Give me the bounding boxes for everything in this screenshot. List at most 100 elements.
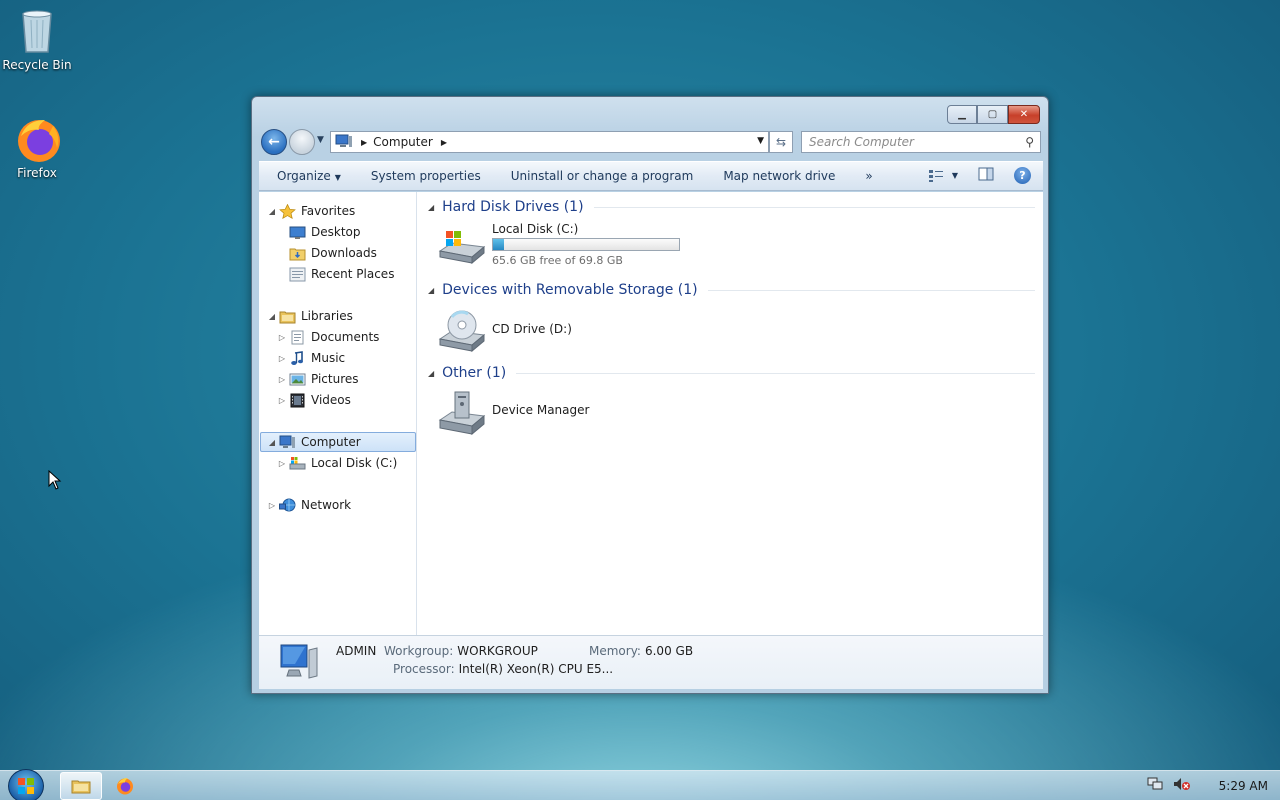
more-commands-button[interactable]: » [850, 169, 887, 183]
item-name: Device Manager [492, 403, 590, 417]
nav-label: Local Disk (C:) [311, 456, 398, 470]
disk-usage-bar [492, 238, 680, 251]
memory-info: Memory: 6.00 GB [589, 644, 693, 658]
explorer-window: ▁ ▢ ✕ ← ▼ ▶ Computer ▶ ▼ ⇆ Search Comput… [251, 96, 1049, 694]
network-tray-icon[interactable] [1147, 777, 1163, 794]
maximize-button[interactable]: ▢ [977, 105, 1008, 124]
computer-large-icon [277, 642, 321, 682]
collapse-group-icon[interactable]: ◢ [428, 286, 434, 295]
expand-arrow-icon[interactable]: ◢ [267, 438, 277, 447]
group-header-other[interactable]: ◢ Other (1) [428, 363, 1035, 383]
forward-button[interactable] [289, 129, 315, 155]
address-bar[interactable]: ▶ Computer ▶ ▼ [330, 131, 769, 153]
desktop-icon-firefox[interactable]: Firefox [0, 116, 74, 180]
breadcrumb-chevron-icon[interactable]: ▶ [361, 138, 367, 147]
nav-computer[interactable]: ◢ Computer [260, 432, 416, 452]
expand-arrow-icon[interactable]: ◢ [267, 207, 277, 216]
close-button[interactable]: ✕ [1008, 105, 1040, 124]
breadcrumb-computer[interactable]: Computer [373, 135, 433, 149]
nav-music[interactable]: ▷ Music [277, 348, 345, 368]
nav-label: Downloads [311, 246, 377, 260]
collapse-arrow-icon[interactable]: ▷ [267, 501, 277, 510]
minimize-icon: ▁ [958, 109, 966, 120]
nav-label: Recent Places [311, 267, 395, 281]
memory-value: 6.00 GB [644, 644, 694, 658]
hard-disk-icon [438, 225, 486, 265]
computer-name: ADMIN [336, 644, 377, 658]
item-device-manager[interactable]: Device Manager [438, 390, 590, 436]
nav-label: Music [311, 351, 346, 365]
downloads-folder-icon [289, 246, 306, 261]
preview-pane-button[interactable] [978, 167, 994, 184]
workgroup-info: Workgroup: WORKGROUP [384, 644, 538, 658]
recent-pages-dropdown[interactable]: ▼ [317, 135, 324, 145]
drive-name: Local Disk (C:) [492, 222, 579, 236]
collapse-arrow-icon[interactable]: ▷ [277, 375, 287, 384]
nav-downloads[interactable]: Downloads [277, 243, 377, 263]
back-arrow-icon: ← [268, 134, 280, 150]
clock[interactable]: 5:29 AM [1219, 779, 1268, 793]
organize-button[interactable]: Organize ▼ [259, 169, 356, 183]
drive-free-space: 65.6 GB free of 69.8 GB [492, 254, 623, 267]
start-button[interactable] [8, 769, 44, 800]
group-title: Devices with Removable Storage (1) [442, 282, 698, 298]
nav-recent-places[interactable]: Recent Places [277, 264, 394, 284]
collapse-arrow-icon[interactable]: ▷ [277, 333, 287, 342]
nav-label: Favorites [301, 204, 356, 218]
firefox-icon [15, 116, 60, 162]
chevron-down-icon: ▼ [317, 135, 324, 145]
collapse-arrow-icon[interactable]: ▷ [277, 354, 287, 363]
close-icon: ✕ [1019, 109, 1029, 120]
windows-logo-icon [18, 778, 34, 794]
search-icon[interactable]: ⚲ [1025, 135, 1034, 149]
help-button[interactable]: ? [1014, 167, 1031, 184]
minimize-button[interactable]: ▁ [947, 105, 977, 124]
nav-pictures[interactable]: ▷ Pictures [277, 369, 359, 389]
collapse-group-icon[interactable]: ◢ [428, 203, 434, 212]
back-button[interactable]: ← [261, 129, 287, 155]
collapse-arrow-icon[interactable]: ▷ [277, 459, 287, 468]
volume-muted-icon[interactable] [1173, 777, 1191, 794]
nav-videos[interactable]: ▷ Videos [277, 390, 351, 410]
mouse-cursor-icon [48, 470, 62, 490]
drive-cd[interactable]: CD Drive (D:) [438, 309, 572, 353]
group-title: Other (1) [442, 365, 507, 381]
nav-label: Libraries [301, 309, 353, 323]
maximize-icon: ▢ [987, 109, 998, 120]
nav-label: Pictures [311, 372, 359, 386]
search-input[interactable]: Search Computer ⚲ [801, 131, 1041, 153]
desktop-folder-icon [289, 225, 306, 240]
drive-local-disk[interactable]: Local Disk (C:) 65.6 GB free of 69.8 GB [438, 222, 680, 267]
star-icon [279, 203, 296, 219]
nav-favorites[interactable]: ◢ Favorites [267, 201, 355, 221]
expand-arrow-icon[interactable]: ◢ [267, 312, 277, 321]
collapse-arrow-icon[interactable]: ▷ [277, 396, 287, 405]
nav-libraries[interactable]: ◢ Libraries [267, 306, 353, 326]
taskbar-firefox-button[interactable] [104, 772, 146, 800]
breadcrumb-chevron-icon[interactable]: ▶ [441, 138, 447, 147]
disk-usage-fill [493, 239, 505, 250]
nav-desktop[interactable]: Desktop [277, 222, 361, 242]
nav-network[interactable]: ▷ Network [267, 495, 351, 515]
cd-drive-icon [438, 309, 486, 353]
address-dropdown-icon[interactable]: ▼ [757, 136, 764, 146]
processor-info: Processor: Intel(R) Xeon(R) CPU E5... [393, 662, 613, 676]
group-header-removable[interactable]: ◢ Devices with Removable Storage (1) [428, 280, 1035, 300]
taskbar-explorer-button[interactable] [60, 772, 102, 800]
preview-pane-icon [978, 167, 994, 181]
system-properties-button[interactable]: System properties [356, 169, 496, 183]
nav-documents[interactable]: ▷ Documents [277, 327, 379, 347]
network-icon [279, 498, 296, 513]
content-pane: ◢ Hard Disk Drives (1) Local Disk (C:) 6… [418, 192, 1043, 635]
uninstall-program-button[interactable]: Uninstall or change a program [496, 169, 709, 183]
view-options-button[interactable]: ▼ [928, 169, 958, 183]
folder-icon [71, 780, 91, 794]
group-header-hard-disk[interactable]: ◢ Hard Disk Drives (1) [428, 197, 1035, 217]
recent-places-icon [289, 267, 306, 282]
refresh-button[interactable]: ⇆ [769, 131, 793, 153]
map-network-drive-button[interactable]: Map network drive [708, 169, 850, 183]
desktop-icon-recycle-bin[interactable]: Recycle Bin [0, 8, 74, 72]
nav-local-disk[interactable]: ▷ Local Disk (C:) [277, 453, 397, 473]
collapse-group-icon[interactable]: ◢ [428, 369, 434, 378]
pictures-icon [289, 372, 306, 387]
